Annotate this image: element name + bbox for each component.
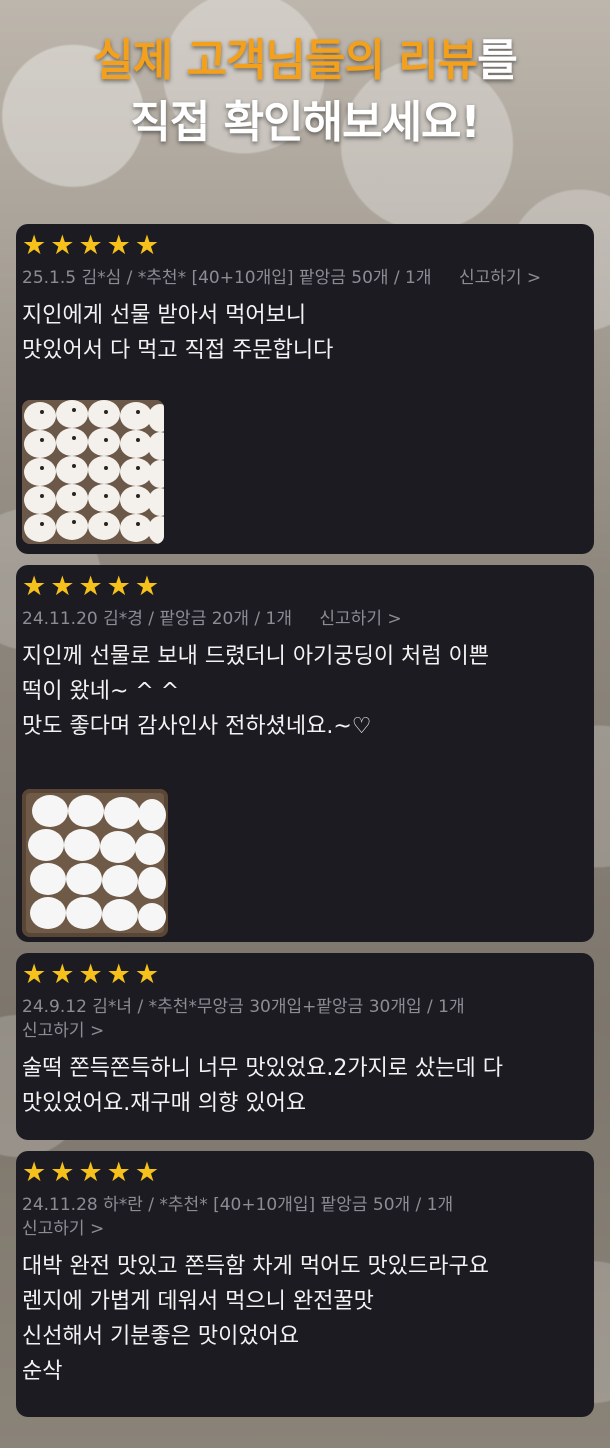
review-text-line: 맛있었어요.재구매 의향 있어요 — [22, 1091, 307, 1116]
star-icon: ★ — [134, 571, 160, 602]
report-link[interactable]: 신고하기 > — [22, 1019, 588, 1043]
review-text: 지인에게 선물 받아서 먹어보니 맛있어서 다 먹고 직접 주문합니다 — [22, 298, 588, 368]
star-icon: ★ — [106, 959, 131, 990]
report-link[interactable]: 신고하기 > — [22, 1217, 588, 1241]
star-icon: ★ — [50, 230, 75, 261]
star-icon: ★ — [50, 959, 75, 990]
review-text-line: 대박 완전 맛있고 쫀득함 차게 먹어도 맛있드라구요 — [22, 1254, 490, 1279]
review-meta: 24.11.20 김*경 / 팥앙금 20개 / 1개 신고하기 > — [22, 607, 588, 631]
report-link[interactable]: 신고하기 > — [459, 268, 541, 288]
star-icon: ★ — [22, 959, 47, 990]
review-card-2: ★ ★ ★ ★ ★ 24.11.20 김*경 / 팥앙금 20개 / 1개 신고… — [16, 565, 594, 942]
review-text-line: 지인에게 선물 받아서 먹어보니 — [22, 303, 307, 328]
star-icon: ★ — [50, 571, 75, 602]
review-text-line: 순삭 — [22, 1359, 63, 1384]
review-text-line: 맛도 좋다며 감사인사 전하셨네요.~♡ — [22, 714, 372, 739]
review-text-line: 지인께 선물로 보내 드렸더니 아기궁딩이 처럼 이쁜 — [22, 644, 490, 669]
report-link[interactable]: 신고하기 > — [319, 609, 401, 629]
rice-cake-photo-icon — [22, 400, 164, 544]
review-meta: 25.1.5 김*심 / *추천* [40+10개입] 팥앙금 50개 / 1개… — [22, 266, 588, 290]
review-meta: 24.9.12 김*녀 / *추천*무앙금 30개입+팥앙금 30개입 / 1개 — [22, 997, 465, 1017]
review-photo[interactable] — [22, 789, 168, 937]
star-icon: ★ — [22, 571, 47, 602]
star-icon: ★ — [106, 230, 131, 261]
star-icon: ★ — [78, 571, 103, 602]
review-text-line: 맛있어서 다 먹고 직접 주문합니다 — [22, 338, 334, 363]
review-text-line: 렌지에 가볍게 데워서 먹으니 완전꿀맛 — [22, 1289, 374, 1314]
review-card-4: ★ ★ ★ ★ ★ 24.11.28 하*란 / *추천* [40+10개입] … — [16, 1151, 594, 1417]
star-rating: ★ ★ ★ ★ ★ — [22, 1159, 588, 1187]
review-photo[interactable] — [22, 400, 164, 544]
star-rating: ★ ★ ★ ★ ★ — [22, 573, 588, 601]
star-icon: ★ — [134, 1157, 160, 1188]
review-text: 대박 완전 맛있고 쫀득함 차게 먹어도 맛있드라구요 렌지에 가볍게 데워서 … — [22, 1249, 588, 1389]
headline-suffix: 를 — [477, 35, 517, 86]
review-card-1: ★ ★ ★ ★ ★ 25.1.5 김*심 / *추천* [40+10개입] 팥앙… — [16, 224, 594, 554]
star-icon: ★ — [106, 1157, 131, 1188]
review-text-line: 신선해서 기분좋은 맛이었어요 — [22, 1324, 300, 1349]
star-icon: ★ — [78, 230, 103, 261]
star-rating: ★ ★ ★ ★ ★ — [22, 232, 588, 260]
star-icon: ★ — [50, 1157, 75, 1188]
review-card-3: ★ ★ ★ ★ ★ 24.9.12 김*녀 / *추천*무앙금 30개입+팥앙금… — [16, 953, 594, 1140]
review-text-line: 술떡 쫀득쫀득하니 너무 맛있었요.2가지로 샀는데 다 — [22, 1056, 503, 1081]
review-text-line: 떡이 왔네~ ^ ^ — [22, 679, 180, 704]
star-icon: ★ — [22, 230, 47, 261]
review-meta: 24.11.28 하*란 / *추천* [40+10개입] 팥앙금 50개 / … — [22, 1195, 454, 1215]
star-icon: ★ — [22, 1157, 47, 1188]
star-icon: ★ — [134, 230, 160, 261]
headline-line-2: 직접 확인해보세요! — [130, 97, 480, 148]
review-info: 24.11.20 김*경 / 팥앙금 20개 / 1개 — [22, 609, 293, 629]
headline-highlight: 실제 고객님들의 리뷰 — [93, 35, 478, 86]
star-icon: ★ — [78, 959, 103, 990]
star-icon: ★ — [134, 959, 160, 990]
star-icon: ★ — [78, 1157, 103, 1188]
review-info: 25.1.5 김*심 / *추천* [40+10개입] 팥앙금 50개 / 1개 — [22, 268, 432, 288]
headline: 실제 고객님들의 리뷰를 직접 확인해보세요! — [0, 30, 610, 154]
star-icon: ★ — [106, 571, 131, 602]
rice-cake-photo-icon — [22, 789, 168, 937]
review-text: 술떡 쫀득쫀득하니 너무 맛있었요.2가지로 샀는데 다 맛있었어요.재구매 의… — [22, 1051, 588, 1121]
headline-line-1: 실제 고객님들의 리뷰를 — [0, 30, 610, 92]
star-rating: ★ ★ ★ ★ ★ — [22, 961, 588, 989]
review-text: 지인께 선물로 보내 드렸더니 아기궁딩이 처럼 이쁜 떡이 왔네~ ^ ^ 맛… — [22, 639, 588, 744]
